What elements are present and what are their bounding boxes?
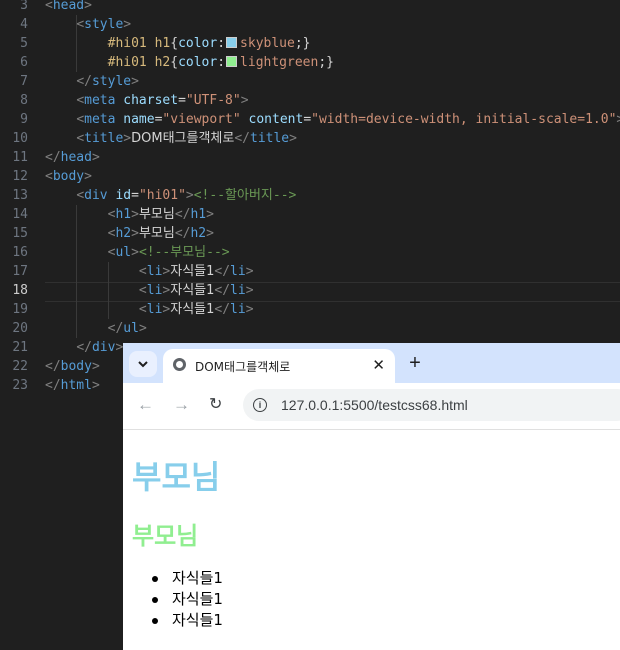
code-line: </style> [76,74,139,89]
color-swatch[interactable] [226,56,238,67]
code-line: </head> [45,150,100,165]
line-number: 16 [12,245,28,260]
line-number: 22 [12,359,28,374]
line-number: 19 [12,302,28,317]
line-number: 9 [20,112,28,127]
browser-window: DOM태그를객체로 ✕ + ← → ↻ i 127.0.0.1:5500/tes… [123,343,620,650]
page-heading-1: 부모님 [132,458,221,496]
code-line: </ul> [107,321,147,336]
line-number: 3 [20,0,28,13]
code-line: <style> [76,17,132,32]
line-number-active: 18 [12,283,28,298]
forward-button[interactable]: → [173,395,190,415]
code-line: <h1>부모님</h1> [107,207,214,222]
code-line: <head> [45,0,92,13]
list-item: 자식들1 [152,611,223,629]
browser-toolbar: ← → ↻ i 127.0.0.1:5500/testcss68.html [123,383,620,430]
line-number: 8 [20,93,28,108]
tab-title: DOM태그를객체로 [195,360,291,374]
code-line: <meta name="viewport" content="width=dev… [76,112,620,127]
new-tab-button[interactable]: + [405,351,425,375]
line-number: 5 [20,36,28,51]
code-line: <body> [45,169,92,184]
address-bar[interactable]: i 127.0.0.1:5500/testcss68.html [243,389,620,421]
back-button[interactable]: ← [137,395,154,415]
line-number: 21 [12,340,28,355]
code-line: #hi01 h2{color: lightgreen;} [107,55,334,70]
child-list: 자식들1 자식들1 자식들1 [152,568,223,631]
line-number: 6 [20,55,28,70]
line-number: 4 [20,17,28,32]
list-item: 자식들1 [152,569,223,587]
color-swatch[interactable] [226,37,238,48]
close-icon[interactable]: ✕ [372,356,385,374]
line-number: 23 [12,378,28,393]
code-line: <li>자식들1</li> [138,302,254,317]
browser-tab[interactable]: DOM태그를객체로 ✕ [163,349,395,383]
list-item: 자식들1 [152,590,223,608]
line-number: 14 [12,207,28,222]
line-number: 11 [12,150,28,165]
line-number: 7 [20,74,28,89]
line-number: 20 [12,321,28,336]
line-number-gutter: 3 4 5 6 7 8 9 10 11 12 13 14 15 16 17 18… [0,0,28,395]
code-line: <div id="hi01"><!--할아버지--> [76,188,297,203]
code-line: #hi01 h1{color: skyblue;} [107,36,311,51]
tab-search-button[interactable] [129,351,157,377]
code-lines[interactable]: <head> <style> #hi01 h1{color: skyblue;} … [45,0,620,395]
code-line-active[interactable]: <li>자식들1</li> [45,281,620,300]
line-number: 13 [12,188,28,203]
code-line: <ul><!--부모님--> [107,245,230,260]
info-icon[interactable]: i [253,398,267,412]
reload-button[interactable]: ↻ [209,395,222,415]
line-number: 10 [12,131,28,146]
line-number: 15 [12,226,28,241]
page-heading-2: 부모님 [132,522,199,550]
page-viewport: 부모님 부모님 자식들1 자식들1 자식들1 [123,430,620,650]
line-number: 17 [12,264,28,279]
code-line: <meta charset="UTF-8"> [76,93,249,108]
code-line: <title>DOM태그를객체로</title> [76,131,297,146]
url-text[interactable]: 127.0.0.1:5500/testcss68.html [281,397,468,413]
code-line: <h2>부모님</h2> [107,226,214,241]
code-line: <li>자식들1</li> [138,264,254,279]
tab-strip: DOM태그를객체로 ✕ + [123,343,620,383]
globe-icon [173,358,186,371]
chevron-down-icon [138,360,148,367]
line-number: 12 [12,169,28,184]
